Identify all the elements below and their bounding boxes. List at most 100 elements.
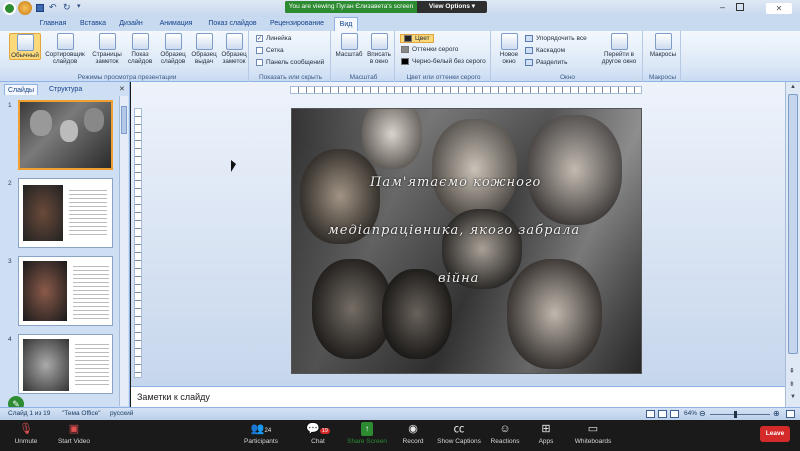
- split-option[interactable]: Разделить: [525, 59, 567, 66]
- grid-checkbox[interactable]: Сетка: [256, 47, 284, 54]
- fit-window-icon: [370, 33, 388, 50]
- close-icon[interactable]: ✕: [766, 3, 792, 14]
- main-scrollbar[interactable]: ▲ ⇞ ⇟ ▼: [785, 82, 800, 407]
- tab-view[interactable]: Вид: [334, 17, 358, 31]
- handout-master-icon: [195, 33, 213, 50]
- prev-slide-icon[interactable]: ⇞: [789, 367, 795, 375]
- macros-button[interactable]: Макросы: [647, 33, 679, 58]
- new-window-button[interactable]: Новое окно: [496, 33, 522, 65]
- tab-slides[interactable]: Слайды: [4, 84, 39, 95]
- normal-view-icon[interactable]: [646, 410, 655, 418]
- save-icon[interactable]: [36, 4, 44, 12]
- scroll-down-icon[interactable]: ▼: [790, 394, 796, 400]
- slide-number: 4: [8, 336, 12, 343]
- minimize-icon[interactable]: –: [720, 2, 725, 12]
- slideshow-view-icon[interactable]: [670, 410, 679, 418]
- tab-animation[interactable]: Анимация: [153, 17, 199, 31]
- record-icon: ◉: [408, 423, 418, 435]
- notes-pane[interactable]: Заметки к слайду: [131, 386, 785, 407]
- thumb-face: [30, 110, 52, 136]
- slide-thumbnail-2[interactable]: [18, 178, 113, 248]
- group-show-hide: ✓ Линейка Сетка Панель сообщений Показать…: [251, 31, 331, 82]
- tab-design[interactable]: Дизайн: [115, 17, 147, 31]
- zoom-percent[interactable]: 64%: [684, 410, 697, 417]
- switch-window-button[interactable]: Перейти в другое окно: [597, 33, 641, 65]
- maximize-icon[interactable]: [736, 3, 744, 11]
- undo-icon[interactable]: ↶: [49, 2, 57, 13]
- start-video-button[interactable]: ▣ Start Video: [54, 422, 94, 445]
- show-hide-label: Показать или скрыть: [258, 74, 323, 81]
- tab-home[interactable]: Главная: [34, 17, 72, 31]
- chat-button[interactable]: 💬 19 Chat: [306, 422, 330, 445]
- cascade-icon: [525, 47, 533, 54]
- zoom-slider[interactable]: [710, 411, 770, 418]
- zoom-out-icon[interactable]: ⊖: [699, 409, 706, 418]
- group-zoom: Масштаб Вписать в окно Масштаб: [333, 31, 395, 82]
- color-option[interactable]: Цвет: [400, 34, 434, 43]
- slide-title-line-2: медіапрацівника, якого забрала: [328, 223, 581, 238]
- tab-insert[interactable]: Вставка: [76, 17, 110, 31]
- arrange-all-option[interactable]: Упорядочить все: [525, 35, 587, 42]
- record-button[interactable]: ◉ Record: [398, 422, 428, 445]
- panel-scrollbar[interactable]: [119, 96, 128, 406]
- leave-button[interactable]: Leave: [760, 426, 790, 442]
- message-bar-checkbox[interactable]: Панель сообщений: [256, 59, 324, 66]
- fit-to-window-button[interactable]: Вписать в окно: [365, 33, 393, 65]
- reactions-icon: ☺: [499, 423, 511, 435]
- show-captions-button[interactable]: ㏄ Show Captions: [436, 422, 482, 445]
- arrange-icon: [525, 35, 533, 42]
- office-button-icon[interactable]: [18, 1, 32, 15]
- reactions-button[interactable]: ☺ Reactions: [488, 422, 522, 445]
- view-options-button[interactable]: View Options ▾: [419, 1, 485, 13]
- share-screen-icon: ↑: [361, 422, 373, 436]
- customize-icon[interactable]: ▾: [77, 2, 81, 10]
- panel-scroll-thumb[interactable]: [121, 106, 127, 134]
- slide-thumbnail-4[interactable]: [18, 334, 113, 394]
- notes-page-button[interactable]: Страницы заметок: [90, 33, 124, 65]
- unmute-button[interactable]: 🎙 Unmute: [8, 422, 44, 445]
- thumb-face: [60, 120, 78, 142]
- group-macros: Макросы Макросы: [645, 31, 681, 82]
- panel-close-icon[interactable]: ✕: [119, 85, 125, 93]
- slide-thumbnail-1[interactable]: [18, 100, 113, 170]
- horizontal-ruler: [290, 86, 642, 94]
- participants-button[interactable]: 👥24 Participants: [240, 422, 282, 445]
- macros-icon: [654, 33, 672, 50]
- slide-title-line-1: Пам'ятаємо кожного: [370, 175, 542, 190]
- window-label: Окно: [559, 74, 576, 81]
- cascade-option[interactable]: Каскадом: [525, 47, 565, 54]
- whiteboards-button[interactable]: ▭ Whiteboards: [570, 422, 616, 445]
- zoom-button[interactable]: Масштаб: [335, 33, 363, 58]
- slide-sorter-button[interactable]: Сортировщик слайдов: [44, 33, 86, 65]
- slide-master-button[interactable]: Образец слайдов: [158, 33, 188, 65]
- handout-master-button[interactable]: Образец выдач: [190, 33, 218, 65]
- normal-view-button[interactable]: Обычный: [9, 33, 41, 60]
- tab-slideshow[interactable]: Показ слайдов: [205, 17, 260, 31]
- sorter-view-icon[interactable]: [658, 410, 667, 418]
- slideshow-button[interactable]: Показ слайдов: [126, 33, 154, 65]
- scroll-thumb[interactable]: [788, 94, 798, 354]
- tab-outline[interactable]: Структура: [46, 84, 85, 95]
- next-slide-icon[interactable]: ⇟: [789, 380, 795, 388]
- share-screen-button[interactable]: ↑ Share Screen: [345, 422, 389, 445]
- zoom-slider-thumb[interactable]: [734, 411, 737, 418]
- zoom-in-icon[interactable]: ⊕: [773, 409, 780, 418]
- current-slide[interactable]: Пам'ятаємо кожного медіапрацівника, яког…: [291, 108, 642, 374]
- slide-number: 3: [8, 258, 12, 265]
- group-view-modes: Обычный Сортировщик слайдов Страницы зам…: [6, 31, 249, 82]
- slide-thumbnail-3[interactable]: [18, 256, 113, 326]
- grayscale-option[interactable]: Оттенки серого: [401, 46, 458, 53]
- meeting-toolbar: 🎙 Unmute ▣ Start Video 👥24 Participants 💬 19…: [0, 420, 800, 451]
- fit-slide-icon[interactable]: [786, 410, 795, 418]
- black-white-option[interactable]: Черно-белый без серого: [401, 58, 486, 65]
- redo-icon[interactable]: ↻: [63, 2, 71, 13]
- ruler-checkbox[interactable]: ✓ Линейка: [256, 35, 291, 42]
- tab-review[interactable]: Рецензирование: [266, 17, 328, 31]
- scroll-up-icon[interactable]: ▲: [790, 84, 796, 90]
- notes-master-button[interactable]: Образец заметок: [220, 33, 248, 65]
- ruler-check-icon: ✓: [256, 35, 263, 42]
- apps-button[interactable]: ⊞ Apps: [534, 422, 558, 445]
- grayscale-swatch-icon: [401, 46, 409, 53]
- vertical-ruler: [134, 108, 142, 378]
- color-label: Цвет или оттенки серого: [406, 74, 481, 81]
